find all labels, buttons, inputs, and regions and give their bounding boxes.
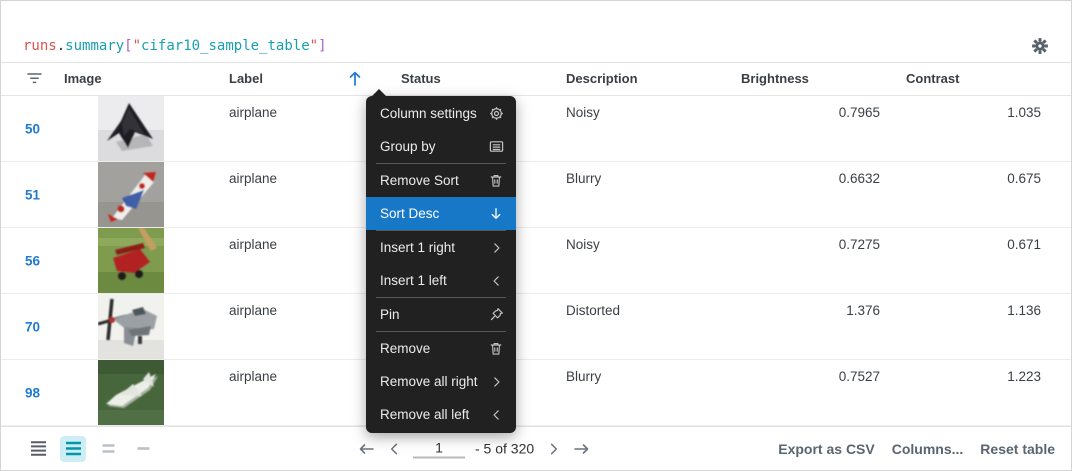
trash-icon — [488, 341, 504, 357]
footer-actions: Export as CSV Columns... Reset table — [778, 441, 1055, 457]
brightness-cell: 0.7965 — [838, 105, 880, 120]
table-key-title: runs.summary["cifar10_sample_table"] — [23, 38, 327, 54]
row-index-link[interactable]: 70 — [25, 319, 40, 334]
row-index-link[interactable]: 51 — [25, 187, 40, 202]
filter-icon[interactable] — [27, 72, 42, 90]
column-header-image[interactable]: Image — [64, 71, 102, 86]
pagination: - 5 of 320 — [357, 439, 590, 458]
page-range-label: - 5 of 320 — [475, 440, 535, 457]
menu-item-insert-1-left[interactable]: Insert 1 left — [366, 264, 516, 297]
label-cell: airplane — [229, 303, 278, 318]
description-cell: Distorted — [566, 303, 621, 318]
menu-item-remove-all-left[interactable]: Remove all left — [366, 398, 516, 431]
cifar-image-thumbnail[interactable] — [98, 162, 164, 227]
chevron-right-icon — [488, 240, 504, 256]
description-cell: Blurry — [566, 369, 602, 384]
label-cell: airplane — [229, 105, 278, 120]
arrow-down-icon — [488, 206, 504, 222]
gear-icon — [488, 106, 504, 122]
column-header-brightness[interactable]: Brightness — [741, 71, 809, 86]
table-footer: - 5 of 320 Export as CSV Columns... Rese… — [1, 426, 1071, 470]
contrast-cell: 0.671 — [1007, 237, 1041, 252]
column-header-description[interactable]: Description — [566, 71, 638, 86]
table-row: 50 airplane Noisy 0.7965 1.035 — [1, 96, 1071, 162]
brightness-cell: 0.7275 — [838, 237, 880, 252]
table-settings-gear-icon[interactable] — [1031, 37, 1049, 55]
export-csv-button[interactable]: Export as CSV — [778, 441, 874, 457]
contrast-cell: 1.136 — [1007, 303, 1041, 318]
first-page-arrow-icon[interactable] — [357, 440, 375, 458]
group-by-icon — [488, 139, 504, 155]
row-index-link[interactable]: 98 — [25, 385, 40, 400]
columns-button[interactable]: Columns... — [892, 441, 964, 457]
column-header-label[interactable]: Label — [229, 71, 263, 86]
chevron-right-icon — [488, 374, 504, 390]
page-number-input[interactable] — [413, 439, 465, 458]
row-height-medium-icon[interactable] — [60, 435, 86, 462]
menu-item-remove-all-right[interactable]: Remove all right — [366, 365, 516, 398]
menu-item-remove-sort[interactable]: Remove Sort — [366, 164, 516, 197]
menu-item-pin[interactable]: Pin — [366, 298, 516, 331]
reset-table-button[interactable]: Reset table — [980, 441, 1055, 457]
column-header-status[interactable]: Status — [401, 71, 441, 86]
description-cell: Noisy — [566, 237, 600, 252]
table-row: 56 airplane Noisy 0.7275 0.671 — [1, 228, 1071, 294]
title-bar: runs.summary["cifar10_sample_table"] — [1, 1, 1071, 63]
contrast-cell: 1.223 — [1007, 369, 1041, 384]
cifar-image-thumbnail[interactable] — [98, 360, 164, 425]
next-page-chevron-icon[interactable] — [544, 440, 562, 458]
row-height-large-icon[interactable] — [95, 436, 121, 462]
contrast-cell: 0.675 — [1007, 171, 1041, 186]
table-panel: runs.summary["cifar10_sample_table"] Ima… — [0, 0, 1072, 471]
label-cell: airplane — [229, 369, 278, 384]
table-header-row: Image Label Status Description Brightnes… — [1, 63, 1071, 96]
menu-item-remove[interactable]: Remove — [366, 332, 516, 365]
description-cell: Noisy — [566, 105, 600, 120]
column-header-contrast[interactable]: Contrast — [906, 71, 959, 86]
menu-item-insert-1-right[interactable]: Insert 1 right — [366, 231, 516, 264]
chevron-left-icon — [488, 407, 504, 423]
menu-caret — [371, 89, 387, 97]
brightness-cell: 1.376 — [846, 303, 880, 318]
cifar-image-thumbnail[interactable] — [98, 294, 164, 359]
pin-icon — [488, 307, 504, 323]
prev-page-chevron-icon[interactable] — [385, 440, 403, 458]
table-row: 70 airplane Distorted 1.376 1.136 — [1, 294, 1071, 360]
menu-item-column-settings[interactable]: Column settings — [366, 97, 516, 130]
row-index-link[interactable]: 56 — [25, 253, 40, 268]
row-height-small-icon[interactable] — [25, 436, 51, 462]
label-cell: airplane — [229, 237, 278, 252]
row-height-controls — [25, 435, 156, 462]
chevron-left-icon — [488, 273, 504, 289]
brightness-cell: 0.7527 — [838, 369, 880, 384]
sort-asc-arrow-icon[interactable] — [347, 70, 363, 93]
row-height-huge-icon[interactable] — [130, 436, 156, 462]
last-page-arrow-icon[interactable] — [572, 440, 590, 458]
trash-icon — [488, 173, 504, 189]
cifar-image-thumbnail[interactable] — [98, 228, 164, 293]
label-cell: airplane — [229, 171, 278, 186]
description-cell: Blurry — [566, 171, 602, 186]
column-context-menu: Column settings Group by Remove Sort Sor… — [366, 89, 516, 433]
contrast-cell: 1.035 — [1007, 105, 1041, 120]
table-row: 51 airplane Blurry 0.6632 0.675 — [1, 162, 1071, 228]
menu-item-sort-desc[interactable]: Sort Desc — [366, 197, 516, 230]
table-row: 98 airplane Blurry 0.7527 1.223 — [1, 360, 1071, 426]
row-index-link[interactable]: 50 — [25, 121, 40, 136]
cifar-image-thumbnail[interactable] — [98, 96, 164, 161]
brightness-cell: 0.6632 — [838, 171, 880, 186]
menu-item-group-by[interactable]: Group by — [366, 130, 516, 163]
